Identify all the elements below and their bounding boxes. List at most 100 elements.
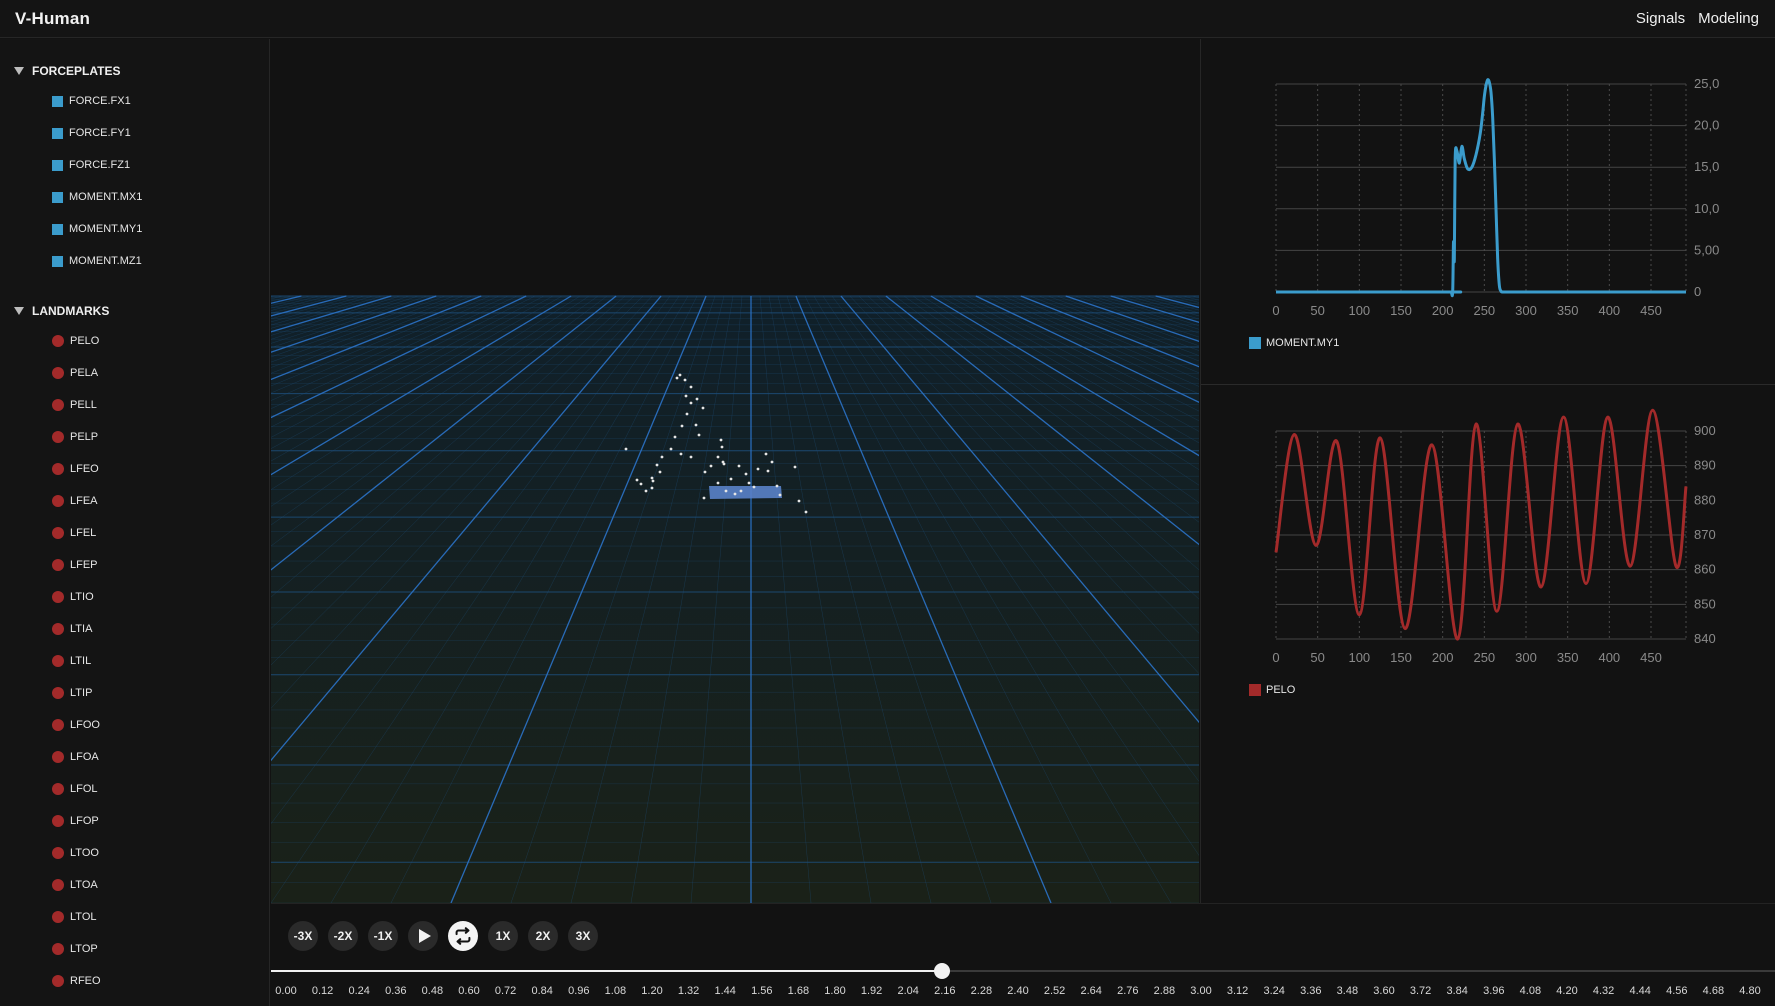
nav-link-modeling[interactable]: Modeling (1698, 10, 1759, 27)
timeline-tick-label: 1.68 (787, 985, 810, 997)
landmark-item[interactable]: LTOL (52, 908, 97, 926)
landmark-item-label: RFEO (70, 975, 101, 987)
loop-icon (455, 927, 471, 945)
marker-point (701, 406, 705, 410)
landmark-item[interactable]: PELA (52, 364, 98, 382)
landmark-item[interactable]: LFEP (52, 556, 98, 574)
x-tick-label: 450 (1640, 303, 1662, 318)
landmark-dot-icon (52, 623, 64, 635)
landmarks-group-toggle[interactable]: LANDMARKS (14, 301, 109, 321)
play-button[interactable] (408, 921, 438, 951)
chart-legend-pelo[interactable]: PELO (1249, 684, 1295, 696)
landmark-item[interactable]: PELP (52, 428, 98, 446)
landmark-dot-icon (52, 399, 64, 411)
landmark-item[interactable]: LFEA (52, 492, 98, 510)
landmark-item[interactable]: LFOP (52, 812, 99, 830)
marker-point (624, 447, 628, 451)
timeline-slider[interactable] (271, 963, 1775, 981)
landmark-item-label: LTIA (70, 623, 93, 635)
x-tick-label: 400 (1598, 650, 1620, 665)
timeline-tick-label: 0.00 (275, 985, 297, 997)
timeline-tick-label: 4.08 (1519, 985, 1542, 997)
moment-my1-chart[interactable]: 0 5,00 10,0 15,0 20,0 25,0 0 50 100 150 200 250 300 3… (1201, 39, 1775, 385)
landmark-item[interactable]: LTIP (52, 684, 92, 702)
app-root: V-Human Signals Modeling FORCEPLATES FOR… (0, 0, 1775, 1006)
signal-item[interactable]: MOMENT.MZ1 (52, 252, 142, 270)
landmark-item-label: PELL (70, 399, 97, 411)
marker-point (679, 452, 683, 456)
marker-point (650, 486, 654, 490)
marker-point (660, 455, 664, 459)
signal-item-label: MOMENT.MY1 (69, 223, 143, 235)
speed-minus-3x-button[interactable]: -3X (288, 921, 318, 951)
timeline-tick-label: 3.24 (1263, 985, 1285, 997)
timeline-tick-label: 4.20 (1556, 985, 1578, 997)
speed-minus-2x-button[interactable]: -2X (328, 921, 358, 951)
signal-item-label: FORCE.FY1 (69, 127, 131, 139)
marker-point (766, 469, 770, 473)
landmark-item-label: LFEL (70, 527, 97, 539)
caret-down-icon (14, 307, 24, 315)
landmark-item[interactable]: RFEO (52, 972, 101, 990)
forceplates-group-toggle[interactable]: FORCEPLATES (14, 61, 120, 81)
landmark-dot-icon (52, 495, 64, 507)
landmark-item[interactable]: LFOA (52, 748, 99, 766)
x-tick-label: 50 (1310, 303, 1324, 318)
landmark-item[interactable]: LTIL (52, 652, 91, 670)
marker-point (720, 445, 724, 449)
signal-item[interactable]: FORCE.FX1 (52, 92, 131, 110)
chart-legend-moment-my1[interactable]: MOMENT.MY1 (1249, 337, 1339, 349)
loop-toggle-button[interactable] (448, 921, 478, 951)
landmark-item[interactable]: PELL (52, 396, 97, 414)
landmark-item[interactable]: LTOP (52, 940, 98, 958)
landmark-item[interactable]: PELO (52, 332, 99, 350)
timeline-tick-label: 4.80 (1739, 985, 1761, 997)
landmark-dot-icon (52, 751, 64, 763)
y-tick-label: 840 (1694, 631, 1716, 646)
marker-point (729, 477, 733, 481)
marker-point (797, 499, 801, 503)
y-tick-label: 850 (1694, 596, 1716, 611)
landmark-dot-icon (52, 879, 64, 891)
marker-point (722, 462, 726, 466)
nav-link-signals[interactable]: Signals (1636, 10, 1685, 27)
landmark-item-label: LFEP (70, 559, 98, 571)
signal-item[interactable]: FORCE.FZ1 (52, 156, 130, 174)
pelo-chart[interactable]: 840 850 860 870 880 890 900 0 50 100 150 200 250 300 3… (1201, 386, 1775, 732)
speed-1x-button[interactable]: 1X (488, 921, 518, 951)
3d-viewport[interactable] (271, 39, 1199, 903)
y-tick-label: 870 (1694, 527, 1716, 542)
3d-scene[interactable] (271, 39, 1199, 903)
x-tick-label: 300 (1515, 650, 1537, 665)
signals-sidebar[interactable]: FORCEPLATES FORCE.FX1 FORCE.FY1 FORCE.FZ1 M… (0, 39, 270, 1006)
x-tick-label: 0 (1272, 650, 1279, 665)
marker-point (702, 496, 706, 500)
signal-item[interactable]: MOMENT.MX1 (52, 188, 142, 206)
landmark-item[interactable]: LFEO (52, 460, 99, 478)
landmark-item[interactable]: LTIO (52, 588, 94, 606)
signal-swatch-icon (52, 127, 63, 139)
landmark-item[interactable]: LTOA (52, 876, 98, 894)
speed-minus-1x-button[interactable]: -1X (368, 921, 398, 951)
legend-swatch-icon (1249, 684, 1261, 696)
speed-3x-button[interactable]: 3X (568, 921, 598, 951)
landmark-dot-icon (52, 463, 64, 475)
signal-item[interactable]: FORCE.FY1 (52, 124, 131, 142)
timeline-tick-label: 2.76 (1117, 985, 1139, 997)
y-tick-label: 25,0 (1694, 76, 1719, 91)
landmark-item[interactable]: LFEL (52, 524, 96, 542)
speed-2x-button[interactable]: 2X (528, 921, 558, 951)
landmark-dot-icon (52, 975, 64, 987)
timeline-thumb[interactable] (933, 963, 950, 979)
marker-point (655, 463, 659, 467)
landmark-item[interactable]: LTIA (52, 620, 92, 638)
landmark-item-label: PELA (70, 367, 99, 379)
landmark-item[interactable]: LTOO (52, 844, 99, 862)
landmark-item[interactable]: LFOL (52, 780, 98, 798)
landmark-item-label: LFOO (70, 719, 100, 731)
landmark-item[interactable]: LFOO (52, 716, 100, 734)
timeline-tick-label: 4.56 (1666, 985, 1688, 997)
landmark-item-label: LFOA (70, 751, 99, 763)
signal-item[interactable]: MOMENT.MY1 (52, 220, 142, 238)
x-tick-label: 350 (1557, 650, 1579, 665)
